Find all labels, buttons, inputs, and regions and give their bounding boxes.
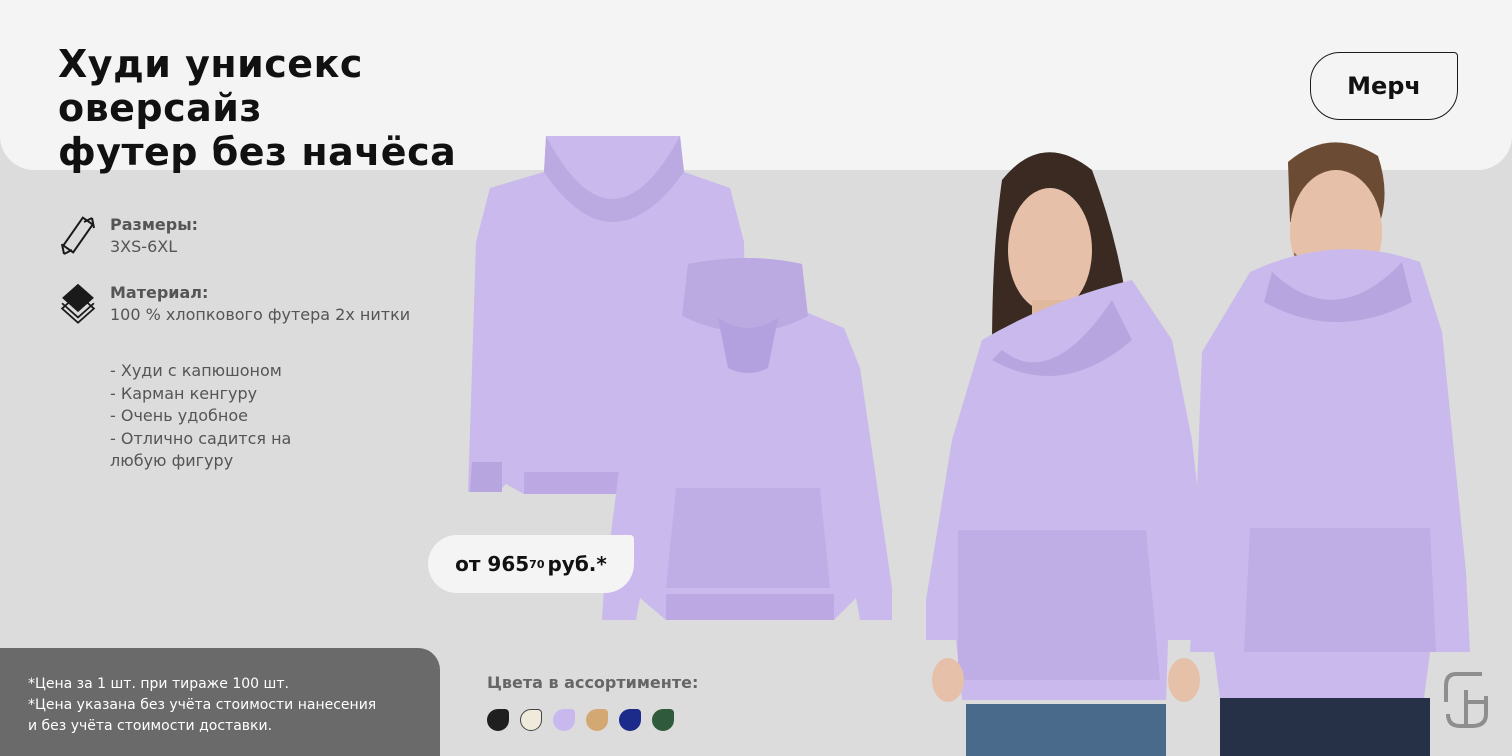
color-swatch-black[interactable] <box>487 709 509 731</box>
material-label: Материал: <box>110 283 209 302</box>
note-line-2: *Цена указана без учёта стоимости нанесе… <box>28 697 377 713</box>
sizes-label: Размеры: <box>110 215 199 234</box>
model-woman-image <box>926 152 1212 756</box>
sizes-value: 3XS-6XL <box>110 237 178 256</box>
colors-label: Цвета в ассортименте: <box>487 673 699 692</box>
merch-button[interactable]: Мерч <box>1310 52 1458 120</box>
note-line-1: *Цена за 1 шт. при тираже 100 шт. <box>28 676 289 692</box>
ruler-icon <box>61 216 95 255</box>
list-item: - Худи с капюшоном <box>110 361 282 380</box>
hoodie-front-image <box>602 258 892 620</box>
list-item: - Карман кенгуру <box>110 383 258 403</box>
material-value: 100 % хлопкового футера 2х нитки <box>110 305 411 324</box>
title-line-1: Худи унисекс оверсайз <box>58 42 363 130</box>
price-badge: от 965 70 руб.* <box>428 535 634 593</box>
color-swatch-green[interactable] <box>652 709 674 731</box>
color-swatch-navy[interactable] <box>619 709 641 731</box>
list-item: - Отлично садится на <box>110 428 292 448</box>
price-amount: от 965 <box>455 552 530 576</box>
price-kopecks: 70 <box>529 557 545 571</box>
brand-logo-icon <box>1444 672 1488 728</box>
spec-material: Материал: 100 % хлопкового футера 2х нит… <box>58 282 410 328</box>
feature-list: - Худи с капюшоном - Карман кенгуру - Оч… <box>110 360 291 473</box>
color-swatch-lavender[interactable] <box>553 709 575 731</box>
price-notes: *Цена за 1 шт. при тираже 100 шт. *Цена … <box>0 648 440 756</box>
model-man-image <box>1190 142 1470 756</box>
color-swatch-beige[interactable] <box>586 709 608 731</box>
spec-sizes: Размеры: 3XS-6XL <box>58 214 198 260</box>
note-line-3: и без учёта стоимости доставки. <box>28 718 273 734</box>
color-swatches <box>487 709 674 731</box>
color-swatch-cream[interactable] <box>520 709 542 731</box>
list-item: - Очень удобное <box>110 406 249 425</box>
promo-banner: Худи унисекс оверсайз футер без начёса М… <box>0 0 1512 756</box>
list-item: любую фигуру <box>110 451 234 470</box>
price-currency: руб.* <box>547 552 607 576</box>
layers-icon <box>60 283 96 324</box>
